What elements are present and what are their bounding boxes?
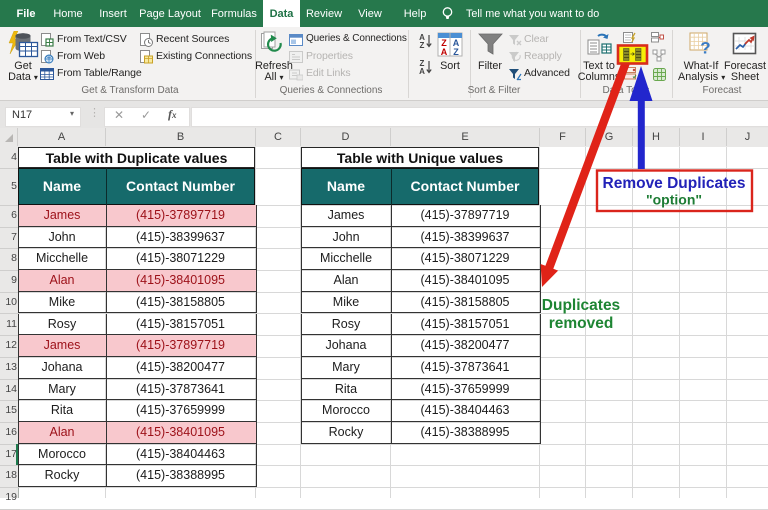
svg-text:Remove Duplicates: Remove Duplicates [603,175,746,192]
svg-text:"option": "option" [646,192,702,208]
